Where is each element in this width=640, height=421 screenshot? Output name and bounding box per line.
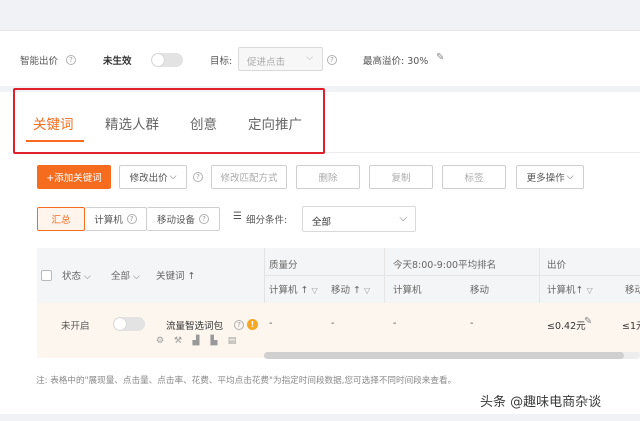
segment-mobile[interactable]: 移动设备 ? <box>147 207 220 231</box>
chevron-down-icon: ⌵ <box>399 213 407 224</box>
goal-help-icon[interactable]: ? <box>327 55 337 65</box>
quality-computer-label: 计算机 ↑ <box>269 285 309 296</box>
watermark: 头条 @趣味电商杂谈 <box>480 395 602 410</box>
scrollbar-thumb[interactable] <box>264 352 624 359</box>
chevron-down-icon: ⌵ <box>169 172 177 182</box>
row-keyword[interactable]: 流量智选词包 <box>166 318 223 332</box>
help-icon: ? <box>199 214 209 224</box>
filter-funnel-icon: ▽ <box>586 286 593 295</box>
detail-condition-label: 细分条件: <box>246 215 288 226</box>
chevron-down-icon: ⌵ <box>84 272 91 282</box>
row-rank-mobile: - <box>470 318 474 329</box>
bid-mobile-header[interactable]: 移动 <box>625 282 640 296</box>
smart-bid-status: 未生效 <box>103 56 132 67</box>
report-icon[interactable]: ▤ <box>227 336 237 346</box>
row-quality-computer: - <box>269 318 273 329</box>
bar-chart-icon[interactable]: ▟ <box>191 336 201 346</box>
main-panel: 关键词 精选人群 创意 定向推广 +添加关键词 修改出价 ⌵ ? 修改匹配方式 … <box>0 88 640 414</box>
row-rank-computer: - <box>393 318 397 329</box>
quality-mobile-label: 移动 ↑ <box>331 285 361 296</box>
chevron-down-icon: ⌵ <box>133 272 140 282</box>
header-group-line-1 <box>384 248 385 303</box>
more-actions-button[interactable]: 更多操作 ⌵ <box>516 165 584 189</box>
smart-bid-label: 智能出价 <box>20 56 59 67</box>
rank-computer-header: 计算机 <box>393 285 422 296</box>
keyword-table: 状态 ⌵ 全部 ⌵ 关键词 ↑ 质量分 计算机 ↑ ▽ 移动 ↑ ▽ 今天8:0… <box>37 248 640 368</box>
header-middle-line <box>264 275 640 276</box>
rank-mobile-header: 移动 <box>470 285 490 296</box>
modify-bid-button[interactable]: 修改出价 ⌵ <box>119 165 187 189</box>
list-filter-icon: ☰ <box>233 211 242 222</box>
edit-pencil-icon[interactable]: ✎ <box>584 316 592 327</box>
settings-icon[interactable]: ⚙ <box>155 336 165 346</box>
copy-button[interactable]: 复制 <box>369 165 433 189</box>
status-column-header[interactable]: 状态 ⌵ <box>62 268 91 282</box>
status-header-label: 状态 <box>62 271 82 282</box>
quality-mobile-header[interactable]: 移动 ↑ ▽ <box>331 282 370 296</box>
filter-funnel-icon: ▽ <box>364 286 371 295</box>
wrench-icon[interactable]: ⚒ <box>173 336 183 346</box>
goal-select-value: 促进点击 <box>247 57 286 68</box>
segment-computer-label: 计算机 <box>94 215 123 226</box>
row-bid-computer[interactable]: ≤0.42元 <box>547 318 586 332</box>
all-filter-label: 全部 <box>111 271 131 282</box>
quality-score-header: 质量分 <box>269 260 298 271</box>
select-all-checkbox[interactable] <box>41 270 52 281</box>
table-row: 未开启 流量智选词包 ? ! ⚙ ⚒ ▟ ▙ ▤ - - - - ≤0.42元 … <box>37 303 640 358</box>
help-icon: ? <box>126 214 137 224</box>
row-status: 未开启 <box>61 321 90 332</box>
column-chart-icon[interactable]: ▙ <box>209 336 219 346</box>
toggle-knob <box>114 318 126 330</box>
chevron-down-icon: ⌵ <box>566 172 574 182</box>
edit-pencil-icon[interactable]: ✎ <box>436 52 444 63</box>
horizontal-scrollbar[interactable] <box>264 352 640 359</box>
bid-computer-header[interactable]: 计算机↑ ▽ <box>547 282 593 296</box>
row-quality-mobile: - <box>331 318 335 329</box>
detail-condition-select[interactable]: 全部 ⌵ <box>302 206 416 232</box>
bid-header: 出价 <box>547 260 567 271</box>
more-actions-label: 更多操作 <box>526 173 565 184</box>
smart-bid-toggle[interactable] <box>151 53 183 67</box>
row-status-toggle[interactable] <box>113 317 145 331</box>
goal-select[interactable]: 促进点击 ⌵ <box>238 47 323 71</box>
segment-computer[interactable]: 计算机 ? <box>85 207 147 231</box>
max-premium-text: 最高溢价: 30% <box>363 56 429 67</box>
modify-bid-label: 修改出价 <box>129 173 168 184</box>
keyword-help-icon[interactable]: ? <box>234 320 244 330</box>
table-note: 注: 表格中的"展现量、点击量、点击率、花费、平均点击花费"为指定时间段数据,您… <box>36 376 457 386</box>
keyword-column-header[interactable]: 关键词 ↑ <box>156 268 195 282</box>
row-bid-mobile[interactable]: ≤1元 <box>622 318 640 332</box>
smart-bid-help-icon[interactable]: ? <box>66 55 76 65</box>
bid-computer-label: 计算机↑ <box>547 285 584 296</box>
tag-button[interactable]: 标签 <box>442 165 506 189</box>
warning-icon[interactable]: ! <box>247 319 258 330</box>
add-keyword-button[interactable]: +添加关键词 <box>37 165 111 189</box>
modify-bid-help-icon[interactable]: ? <box>193 172 203 182</box>
detail-condition-value: 全部 <box>312 217 332 228</box>
delete-button[interactable]: 删除 <box>296 165 360 189</box>
quality-computer-header[interactable]: 计算机 ↑ ▽ <box>269 282 318 296</box>
top-gray-band <box>0 0 640 30</box>
modify-match-button[interactable]: 修改匹配方式 <box>211 165 287 189</box>
avg-rank-header: 今天8:00-9:00平均排名 <box>393 260 497 271</box>
bottom-gray-band <box>0 414 640 421</box>
chevron-down-icon: ⌵ <box>306 53 313 63</box>
segment-mobile-label: 移动设备 <box>156 215 195 226</box>
smart-bid-row: 智能出价 ? 未生效 目标: 促进点击 ⌵ ? 最高溢价: 30% ✎ <box>0 31 640 86</box>
segment-summary[interactable]: 汇总 <box>37 207 85 231</box>
filter-funnel-icon: ▽ <box>311 286 318 295</box>
toggle-knob <box>152 54 164 66</box>
header-group-line-2 <box>539 248 540 303</box>
goal-label: 目标: <box>210 56 233 67</box>
highlight-box <box>13 88 325 154</box>
all-filter-header[interactable]: 全部 ⌵ <box>111 268 140 282</box>
